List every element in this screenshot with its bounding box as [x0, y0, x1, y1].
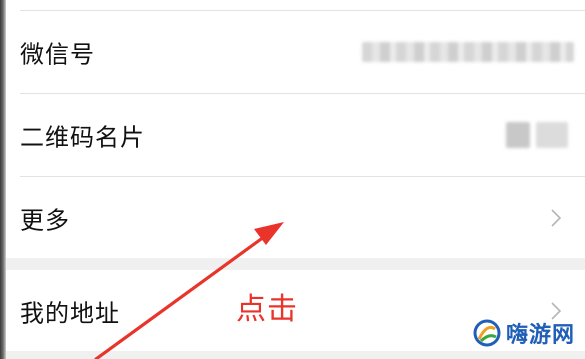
site-watermark: 嗨游网 [473, 317, 575, 349]
qr-code-row[interactable]: 二维码名片 [6, 94, 585, 176]
watermark-text: 嗨游网 [505, 323, 575, 348]
more-label: 更多 [20, 206, 70, 235]
my-address-label: 我的地址 [20, 299, 120, 327]
qr-code-label: 二维码名片 [20, 123, 145, 152]
account-info-group: 微信号 二维码名片 更多 [6, 0, 585, 258]
click-annotation-label: 点击 [236, 292, 298, 327]
chevron-right-icon [551, 209, 561, 227]
watermark-logo-icon [473, 319, 501, 347]
wechat-id-label: 微信号 [20, 40, 95, 69]
more-row[interactable]: 更多 [6, 177, 585, 259]
bottom-section-gap [6, 351, 585, 359]
wechat-id-row[interactable]: 微信号 [6, 11, 585, 93]
profile-settings-screen: 微信号 二维码名片 更多 我的地址 点击 嗨游网 [0, 0, 585, 359]
